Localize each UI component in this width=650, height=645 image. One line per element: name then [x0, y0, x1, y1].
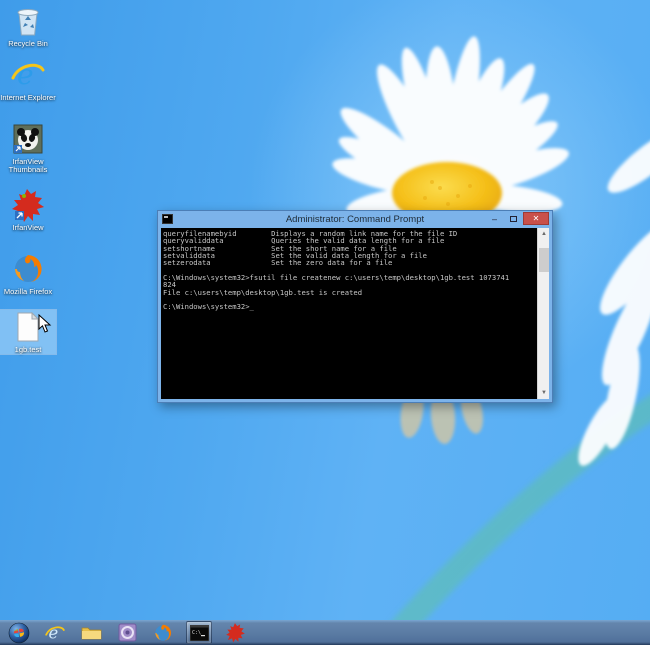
desktop-icon-irfanview[interactable]: IrfanView [0, 188, 56, 232]
taskbar-item-firefox[interactable] [150, 621, 176, 644]
svg-text:e: e [17, 58, 34, 91]
desktop-icon-label: IrfanView Thumbnails [8, 157, 48, 174]
folder-icon [81, 627, 101, 640]
desktop-icon-label: Internet Explorer [0, 93, 56, 102]
irfanview-icon [0, 188, 56, 222]
svg-text:e: e [49, 623, 59, 642]
desktop-icon-label: IrfanView [12, 223, 44, 232]
taskbar-item-irfanview[interactable] [222, 621, 248, 644]
scroll-down-icon[interactable]: ▼ [538, 387, 549, 399]
console-text: queryfilenamebyid Displays a random link… [163, 229, 510, 312]
desktop-icon-label: Mozilla Firefox [3, 287, 53, 296]
irfanview-thumbnails-icon [0, 122, 56, 156]
maximize-icon [510, 215, 517, 222]
desktop-icon-label: 1gb.test [14, 345, 42, 354]
windows-start-icon [8, 622, 30, 643]
recycle-bin-icon [0, 4, 56, 38]
firefox-icon [155, 624, 171, 641]
start-button[interactable] [6, 621, 32, 644]
internet-explorer-icon: e [45, 623, 65, 642]
irfanview-icon [225, 623, 245, 643]
command-prompt-window[interactable]: Administrator: Command Prompt – ✕ queryf… [157, 210, 553, 403]
desktop-icon-internet-explorer[interactable]: e Internet Explorer [0, 58, 56, 102]
scroll-up-icon[interactable]: ▲ [538, 228, 549, 240]
maximize-button[interactable] [504, 212, 523, 225]
desktop-icon-recycle-bin[interactable]: Recycle Bin [0, 4, 56, 48]
desktop-icon-label: Recycle Bin [8, 39, 48, 48]
command-prompt-icon: C:\ [189, 624, 209, 641]
minimize-button[interactable]: – [485, 212, 504, 225]
scrollbar-thumb[interactable] [539, 248, 549, 272]
taskbar-item-command-prompt[interactable]: C:\ [186, 621, 212, 644]
console-output-area[interactable]: queryfilenamebyid Displays a random link… [161, 228, 549, 399]
taskbar-item-purple-app[interactable] [114, 621, 140, 644]
console-scrollbar[interactable]: ▲ ▼ [537, 228, 549, 399]
desktop: Recycle Bin e Internet Explorer IrfanVie… [0, 0, 650, 645]
internet-explorer-icon: e [0, 58, 56, 92]
mouse-cursor [38, 314, 52, 333]
cmd-window-icon [162, 214, 173, 224]
window-titlebar[interactable]: Administrator: Command Prompt – ✕ [158, 211, 552, 228]
taskbar-item-internet-explorer[interactable]: e [42, 621, 68, 644]
taskbar: e C:\ [0, 620, 650, 645]
purple-app-icon [118, 623, 136, 642]
svg-text:C:\: C:\ [192, 630, 201, 636]
taskbar-item-file-explorer[interactable] [78, 621, 104, 644]
firefox-icon [0, 252, 56, 286]
desktop-icon-mozilla-firefox[interactable]: Mozilla Firefox [0, 252, 56, 296]
desktop-icon-irfanview-thumbnails[interactable]: IrfanView Thumbnails [0, 122, 56, 174]
close-button[interactable]: ✕ [523, 212, 549, 225]
